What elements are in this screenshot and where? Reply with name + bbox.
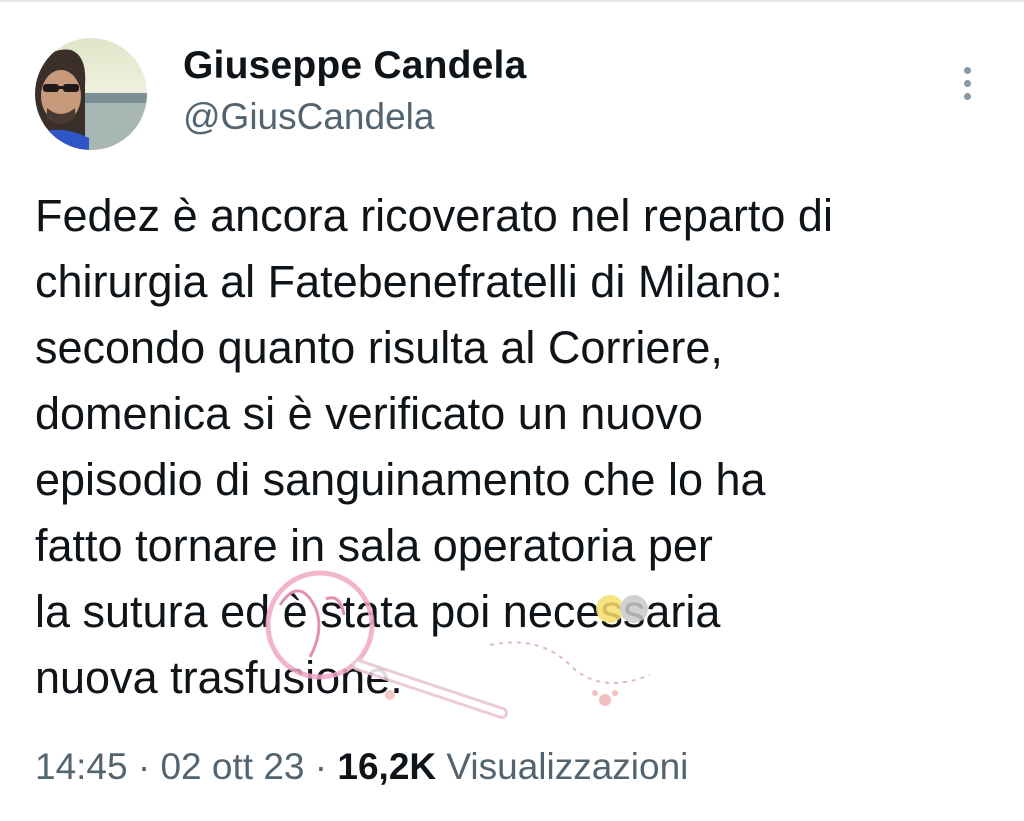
tweet-text-line: episodio di sanguinamento che lo ha: [35, 454, 766, 505]
vertical-ellipsis-icon: [963, 66, 971, 74]
tweet-text-line: Fedez è ancora ricoverato nel reparto di: [35, 190, 833, 241]
tweet-text: Fedez è ancora ricoverato nel reparto di…: [35, 183, 995, 711]
meta-separator: ·: [137, 746, 151, 787]
tweet-text-line: secondo quanto risulta al Corriere,: [35, 322, 723, 373]
tweet-text-line: domenica si è verificato un nuovo: [35, 388, 703, 439]
author-name[interactable]: Giuseppe Candela: [183, 44, 526, 88]
tweet-time[interactable]: 14:45: [35, 746, 128, 787]
meta-separator: ·: [314, 746, 328, 787]
tweet-text-line: chirurgia al Fatebenefratelli di Milano:: [35, 256, 783, 307]
author-handle[interactable]: @GiusCandela: [183, 96, 434, 138]
avatar-photo: [35, 38, 147, 150]
vertical-ellipsis-icon: [963, 92, 971, 100]
views-label[interactable]: Visualizzazioni: [446, 746, 688, 787]
avatar[interactable]: [35, 38, 147, 150]
tweet-date[interactable]: 02 ott 23: [160, 746, 304, 787]
vertical-ellipsis-icon: [963, 79, 971, 87]
tweet-text-line: nuova trasfusione.: [35, 652, 403, 703]
tweet-meta: 14:45 · 02 ott 23 · 16,2K Visualizzazion…: [35, 746, 688, 788]
more-options-button[interactable]: [950, 60, 984, 106]
views-count[interactable]: 16,2K: [337, 746, 436, 787]
tweet-text-line: la sutura ed è stata poi necessaria: [35, 586, 721, 637]
tweet-card: Giuseppe Candela @GiusCandela Fedez è an…: [0, 0, 1024, 821]
tweet-text-line: fatto tornare in sala operatoria per: [35, 520, 713, 571]
